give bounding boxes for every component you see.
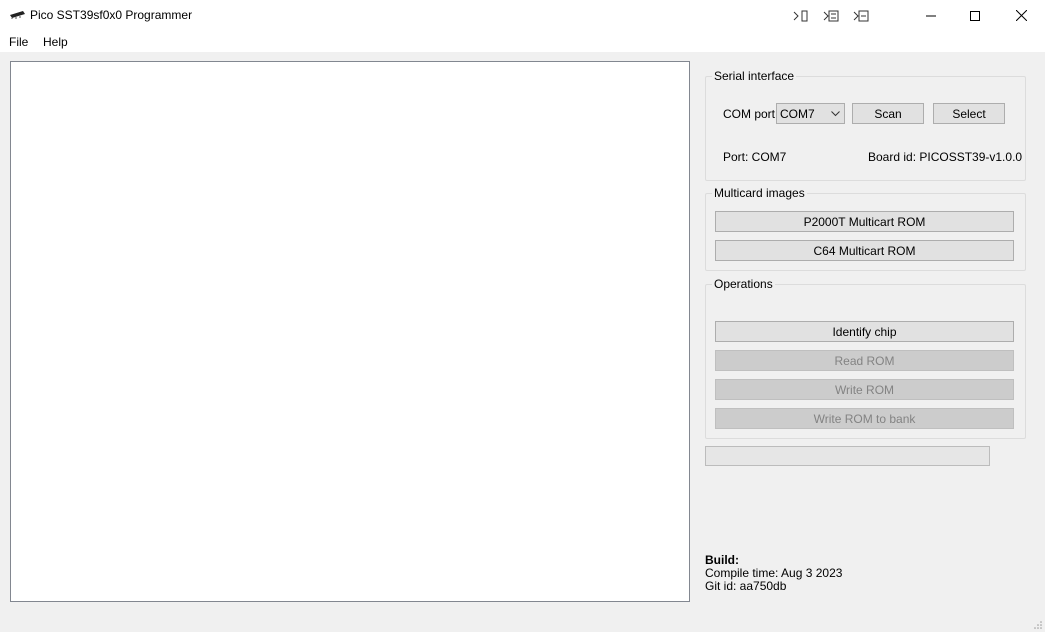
serial-interface-group: Serial interface [705, 69, 1026, 181]
write-rom-to-bank-button[interactable]: Write ROM to bank [715, 408, 1014, 429]
scan-button[interactable]: Scan [852, 103, 924, 124]
close-icon [1015, 10, 1027, 21]
log-output[interactable] [10, 61, 690, 602]
step-over-icon[interactable] [822, 0, 840, 31]
maximize-icon [970, 10, 980, 21]
git-id: Git id: aa750db [705, 579, 787, 593]
port-status: Port: COM7 [723, 150, 787, 164]
chevron-down-icon [831, 111, 840, 117]
read-rom-button[interactable]: Read ROM [715, 350, 1014, 371]
app-window: Pico SST39sf0x0 Programmer File Help Ser… [0, 0, 1045, 632]
write-rom-button[interactable]: Write ROM [715, 379, 1014, 400]
close-button[interactable] [998, 0, 1044, 31]
com-port-label: COM port [723, 107, 776, 121]
menu-bar: File Help [0, 31, 1045, 52]
minimize-icon [926, 15, 936, 16]
menu-help[interactable]: Help [43, 35, 68, 49]
minimize-button[interactable] [908, 0, 954, 31]
chip-icon [10, 11, 25, 19]
c64-multicart-button[interactable]: C64 Multicart ROM [715, 240, 1014, 261]
menu-file[interactable]: File [9, 35, 28, 49]
step-into-icon[interactable] [792, 0, 810, 31]
progress-bar [705, 446, 990, 466]
identify-chip-button[interactable]: Identify chip [715, 321, 1014, 342]
select-button[interactable]: Select [933, 103, 1005, 124]
com-port-select[interactable]: COM7 [776, 103, 845, 124]
maximize-button[interactable] [952, 0, 998, 31]
group-title: Serial interface [712, 69, 797, 83]
resize-grip-icon[interactable] [1033, 620, 1043, 630]
group-title: Multicard images [712, 186, 807, 200]
title-bar: Pico SST39sf0x0 Programmer [0, 0, 1045, 31]
build-info: Build: Compile time: Aug 3 2023 Git id: … [705, 554, 842, 593]
com-port-value: COM7 [780, 107, 815, 121]
p2000t-multicart-button[interactable]: P2000T Multicart ROM [715, 211, 1014, 232]
window-title: Pico SST39sf0x0 Programmer [30, 8, 193, 22]
group-title: Operations [712, 277, 775, 291]
board-id: Board id: PICOSST39-v1.0.0 [868, 150, 1023, 164]
step-out-icon[interactable] [852, 0, 870, 31]
